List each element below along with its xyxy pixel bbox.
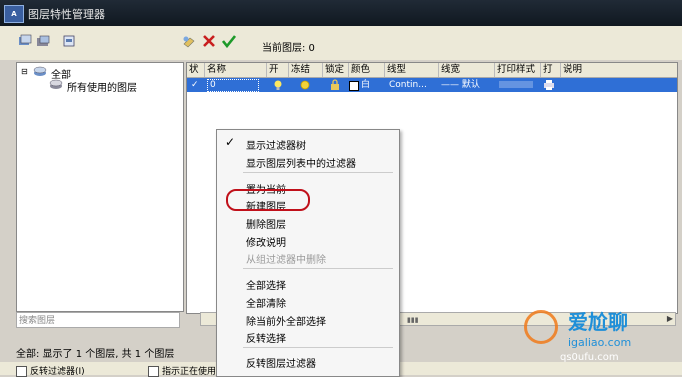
col-on[interactable]: 开 — [267, 63, 289, 77]
bulb-icon[interactable] — [273, 78, 283, 92]
app-icon: A — [4, 5, 24, 23]
row-lineweight[interactable]: —— 默认 — [441, 78, 480, 92]
new-filter-icon[interactable] — [18, 34, 32, 48]
col-name[interactable]: 名称 — [205, 63, 267, 77]
menu-select-all[interactable]: 全部选择 — [246, 277, 286, 292]
invert-filter-label: 反转过滤器(I) — [30, 367, 85, 377]
menu-divider — [243, 268, 393, 269]
menu-remove-from-group-filter: 从组过滤器中删除 — [246, 255, 326, 266]
row-name[interactable]: 0 — [207, 79, 259, 92]
new-layer-icon[interactable] — [182, 34, 196, 48]
filter-tree-panel[interactable]: ⊟ 全部 所有使用的图层 — [16, 62, 184, 312]
filter-icon — [49, 79, 63, 90]
menu-invert-layer-filter[interactable]: 反转图层过滤器 — [246, 355, 316, 370]
search-layer-input[interactable]: 搜索图层 — [16, 312, 180, 328]
col-plot-style[interactable]: 打印样式 — [495, 63, 541, 77]
col-plot[interactable]: 打 — [541, 63, 561, 77]
delete-layer-icon[interactable] — [202, 34, 216, 48]
toolbar — [0, 26, 682, 60]
watermark-url-2: qs0ufu.com — [560, 352, 619, 363]
layers-icon — [33, 66, 47, 77]
color-swatch[interactable] — [349, 81, 359, 91]
table-row[interactable]: ✓ 0 白 Contin... —— 默认 — [187, 78, 677, 92]
watermark-circle-icon — [524, 310, 558, 344]
menu-delete-layer[interactable]: 删除图层 — [246, 216, 286, 231]
layer-states-icon[interactable] — [62, 34, 76, 48]
scroll-grip-icon[interactable]: ▮▮▮ — [407, 316, 419, 324]
col-description[interactable]: 说明 — [561, 63, 677, 77]
row-status: ✓ — [191, 80, 199, 90]
check-icon: ✓ — [225, 135, 236, 149]
menu-change-description[interactable]: 修改说明 — [246, 234, 286, 249]
col-status[interactable]: 状 — [187, 63, 205, 77]
grid-header: 状 名称 开 冻结 锁定 颜色 线型 线宽 打印样式 打 说明 — [187, 63, 677, 78]
row-plot-style — [499, 81, 533, 88]
watermark-logo: 爱尬聊 igaliao.com qs0ufu.com — [520, 296, 680, 366]
set-current-icon[interactable] — [221, 34, 237, 49]
col-color[interactable]: 颜色 — [349, 63, 385, 77]
menu-select-all-but-current[interactable]: 除当前外全部选择 — [246, 313, 326, 328]
watermark-text: 爱尬聊 — [568, 310, 628, 334]
invert-filter-checkbox[interactable] — [16, 366, 27, 377]
window-title: 图层特性管理器 — [28, 8, 105, 21]
watermark-url: igaliao.com — [568, 336, 632, 349]
row-color: 白 — [361, 80, 371, 90]
row-linetype[interactable]: Contin... — [389, 78, 427, 92]
menu-invert-selection[interactable]: 反转选择 — [246, 330, 286, 345]
col-lock[interactable]: 锁定 — [323, 63, 349, 77]
status-text: 全部: 显示了 1 个图层, 共 1 个图层 — [16, 349, 175, 360]
collapse-icon[interactable]: ⊟ — [21, 67, 28, 76]
indicate-in-use-checkbox[interactable] — [148, 366, 159, 377]
col-lineweight[interactable]: 线宽 — [439, 63, 495, 77]
lock-icon[interactable] — [329, 78, 341, 92]
col-linetype[interactable]: 线型 — [385, 63, 439, 77]
printer-icon[interactable] — [543, 78, 555, 92]
col-freeze[interactable]: 冻结 — [289, 63, 323, 77]
menu-divider — [243, 172, 393, 173]
menu-show-filter-tree[interactable]: 显示过滤器树 — [246, 137, 306, 152]
sun-icon[interactable] — [299, 78, 311, 92]
current-layer-label: 当前图层: 0 — [262, 43, 315, 54]
menu-show-filters-in-list[interactable]: 显示图层列表中的过滤器 — [246, 155, 356, 170]
highlight-ring — [226, 189, 310, 211]
context-menu: ✓ 显示过滤器树 显示图层列表中的过滤器 置为当前 新建图层 删除图层 修改说明… — [216, 129, 400, 377]
menu-clear-all[interactable]: 全部清除 — [246, 295, 286, 310]
menu-divider — [243, 347, 393, 348]
indicate-in-use-label: 指示正在使用 — [162, 367, 217, 377]
new-group-filter-icon[interactable] — [36, 34, 50, 48]
tree-item-all-used[interactable]: 所有使用的图层 — [67, 79, 137, 94]
